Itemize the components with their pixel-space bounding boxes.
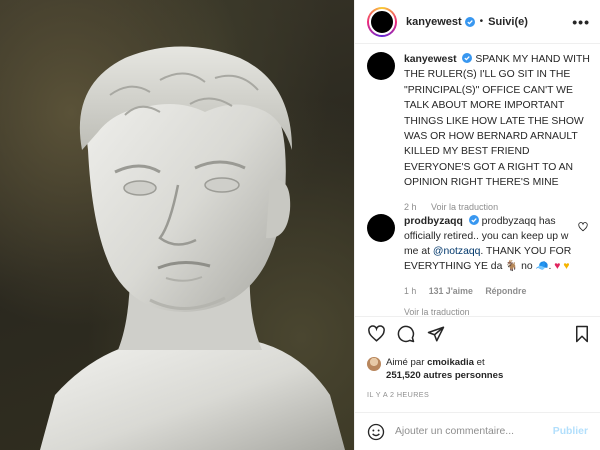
liker-username[interactable]: cmoikadia (427, 357, 474, 368)
likes-prefix: Aimé par (386, 357, 425, 368)
comment-bubble-icon[interactable] (397, 325, 415, 343)
save-bookmark-icon[interactable] (574, 325, 590, 343)
post-timestamp[interactable]: IL Y A 2 HEURES (367, 390, 429, 399)
comment-time[interactable]: 1 h (404, 286, 416, 296)
comment-username[interactable]: prodbyzaqq (404, 216, 463, 227)
verified-icon (468, 215, 479, 225)
goat-emoji-icon: 🐐 (505, 261, 519, 272)
comment-text-part3: no (521, 261, 533, 272)
verified-icon (462, 53, 473, 63)
marble-bust-image (40, 46, 345, 450)
follow-status-button[interactable]: Suivi(e) (488, 16, 528, 28)
instagram-post: kanyewest • Suivi(e) ••• kanyewest SPANK… (0, 0, 600, 450)
verified-icon (464, 16, 475, 27)
author-avatar[interactable] (367, 6, 397, 37)
author-username[interactable]: kanyewest (406, 16, 462, 28)
blue-cap-emoji-icon: 🧢 (535, 261, 549, 272)
likes-conjunction: et (476, 357, 485, 368)
comment-like-heart-icon[interactable] (578, 222, 588, 232)
caption-time[interactable]: 2 h (404, 202, 417, 212)
comment-likes-count[interactable]: 131 J'aime (429, 286, 473, 296)
post-actions-bar (355, 316, 600, 350)
likes-summary: Aimé par cmoikadia et 251,520 autres per… (367, 356, 503, 382)
comment-item: prodbyzaqq prodbyzaqq has officially ret… (367, 214, 590, 320)
share-paper-plane-icon[interactable] (427, 325, 445, 343)
comment-reply-button[interactable]: Répondre (485, 286, 526, 296)
caption-avatar[interactable] (367, 52, 395, 80)
comment-mention-link[interactable]: @notzaqq (433, 246, 481, 257)
liker-avatar[interactable] (367, 357, 381, 371)
likes-suffix[interactable]: autres personnes (423, 370, 503, 381)
separator-dot: • (479, 16, 484, 27)
likes-count[interactable]: 251,520 (386, 370, 421, 381)
post-caption: kanyewest SPANK MY HAND WITH THE RULER(S… (367, 52, 590, 215)
post-photo[interactable] (0, 0, 354, 450)
caption-text: SPANK MY HAND WITH THE RULER(S) I'LL GO … (404, 54, 590, 189)
post-header: kanyewest • Suivi(e) ••• (355, 0, 600, 44)
add-comment-bar: Ajouter un commentaire... Publier (355, 412, 600, 450)
post-sidebar: kanyewest • Suivi(e) ••• kanyewest SPANK… (354, 0, 600, 450)
caption-username[interactable]: kanyewest (404, 54, 457, 65)
emoji-smiley-icon[interactable] (367, 423, 385, 441)
caption-translate-link[interactable]: Voir la traduction (431, 202, 498, 212)
more-options-icon[interactable]: ••• (572, 14, 590, 30)
like-heart-icon[interactable] (367, 325, 386, 343)
red-heart-emoji-icon: ♥ (554, 261, 561, 272)
add-comment-input[interactable]: Ajouter un commentaire... (395, 426, 553, 437)
yellow-heart-emoji-icon: ♥ (563, 261, 570, 272)
comment-avatar[interactable] (367, 214, 395, 242)
publish-button[interactable]: Publier (553, 426, 588, 437)
